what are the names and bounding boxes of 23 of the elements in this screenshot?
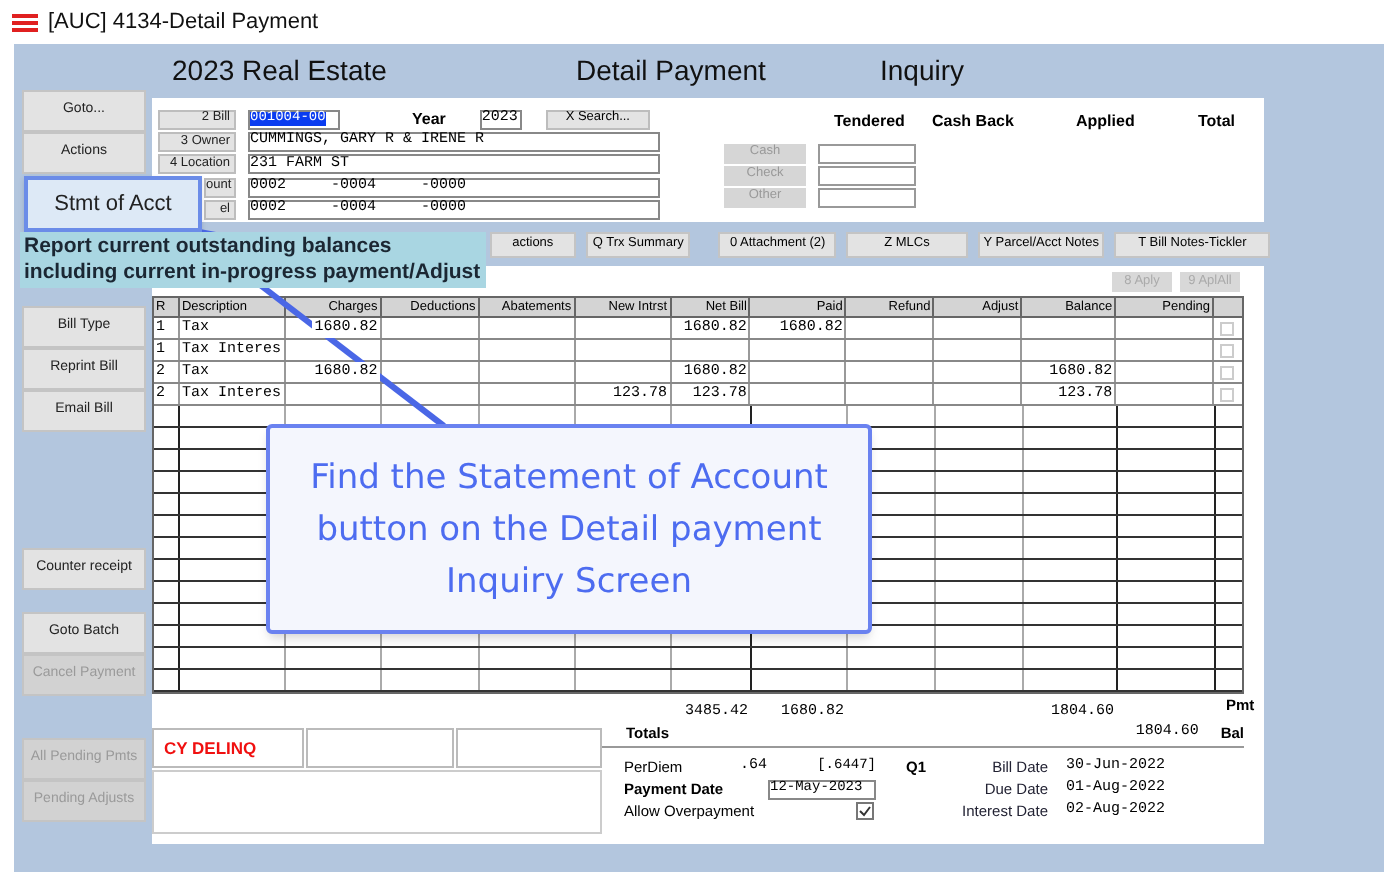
payment-column-header: Applied bbox=[1076, 110, 1137, 134]
overpayment-checkbox[interactable] bbox=[856, 802, 874, 820]
payment-column-header: Total bbox=[1198, 110, 1236, 134]
mode-title: Inquiry bbox=[880, 52, 965, 90]
callout-text: Find the Statement of Account button on the Detail payment Inquiry Screen bbox=[308, 455, 830, 605]
screen-title: Detail Payment bbox=[576, 52, 768, 90]
payment-column-header: Tendered bbox=[834, 110, 907, 134]
row-checkbox[interactable] bbox=[1220, 343, 1235, 357]
tender-amount-field[interactable] bbox=[818, 143, 916, 163]
row-checkbox[interactable] bbox=[1220, 387, 1235, 401]
window-title: [AUC] 4134-Detail Payment bbox=[48, 7, 319, 38]
payment-column-header: Cash Back bbox=[932, 110, 1016, 134]
tax-year-title: 2023 Real Estate bbox=[170, 52, 389, 90]
tender-amount-field[interactable] bbox=[818, 165, 916, 185]
tender-amount-field[interactable] bbox=[818, 187, 916, 207]
row-checkbox[interactable] bbox=[1220, 321, 1235, 335]
row-checkbox[interactable] bbox=[1220, 365, 1235, 379]
statement-of-account-button[interactable]: Stmt of Acct bbox=[24, 176, 202, 232]
tooltip: Report current outstanding balances including current in-progress payment/Adjust bbox=[20, 232, 486, 288]
checkmark-icon bbox=[858, 804, 872, 818]
delinquent-status-label: CY DELINQ bbox=[164, 735, 257, 761]
year-label: Year bbox=[412, 107, 446, 131]
app-icon bbox=[12, 13, 38, 31]
